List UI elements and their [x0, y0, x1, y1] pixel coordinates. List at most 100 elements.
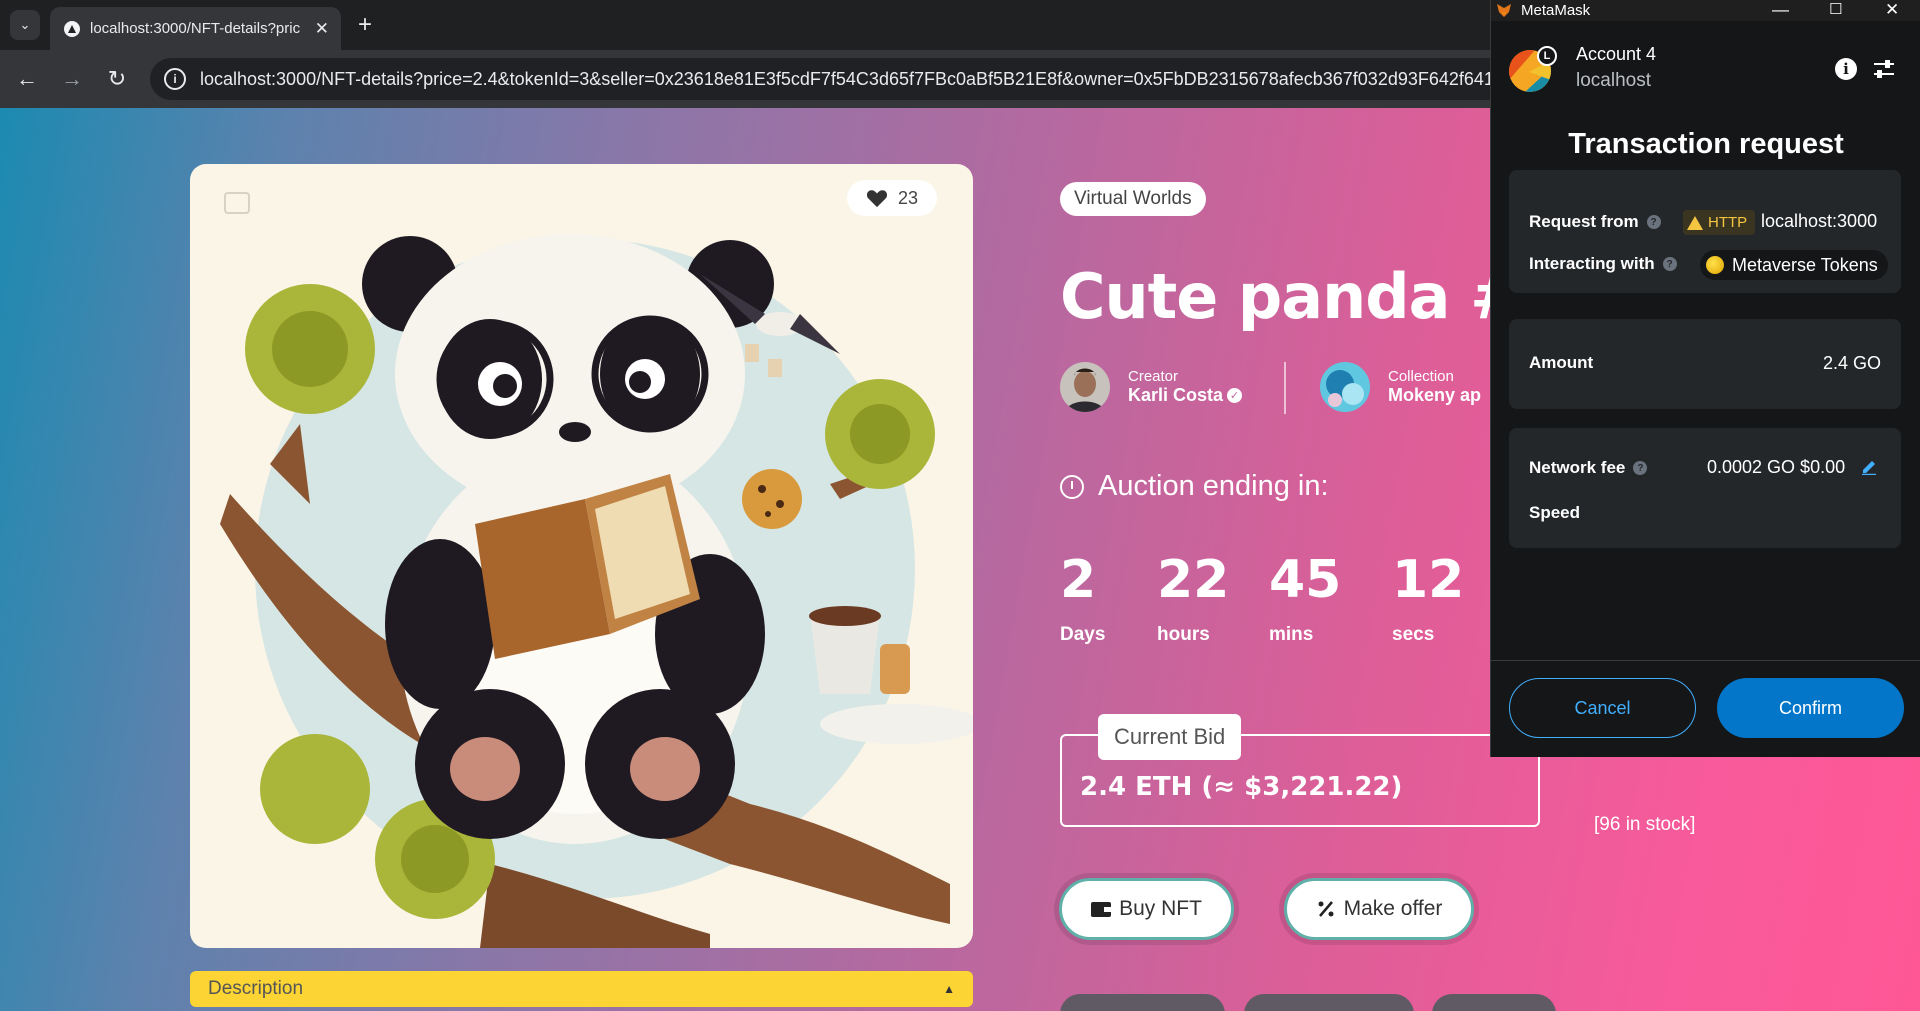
request-card: Request from ? HTTP localhost:3000 Inter…: [1509, 170, 1901, 293]
nft-artwork-card: 23: [190, 164, 973, 948]
plus-icon[interactable]: +: [350, 10, 380, 40]
timer-icon: [1060, 474, 1084, 499]
auction-label: Auction ending in:: [1098, 470, 1329, 502]
likes-button[interactable]: 23: [847, 180, 937, 216]
tab-title: localhost:3000/NFT-details?pric: [90, 20, 301, 37]
countdown-secs: 12 secs: [1392, 550, 1464, 646]
http-badge-label: HTTP: [1708, 214, 1748, 231]
current-bid-box: Current Bid 2.4 ETH (≈ $3,221.22): [1060, 714, 1540, 827]
network-fee-value: 0.0002 GO $0.00: [1707, 457, 1846, 477]
nft-title: Cute panda #3: [1060, 260, 1564, 333]
contract-pill[interactable]: Metaverse Tokens: [1700, 250, 1888, 280]
close-icon[interactable]: ✕: [1885, 0, 1899, 20]
account-origin: localhost: [1576, 70, 1651, 91]
maximize-icon[interactable]: ☐: [1829, 0, 1842, 20]
url-text[interactable]: localhost:3000/NFT-details?price=2.4&tok…: [200, 69, 1556, 90]
amount-value: 2.4 GO: [1822, 353, 1881, 373]
countdown-value: 22: [1157, 550, 1230, 610]
interacting-label: Interacting with: [1529, 254, 1655, 273]
request-from-row: Request from ?: [1529, 212, 1661, 232]
image-icon: [224, 192, 250, 214]
buy-nft-button[interactable]: Buy NFT: [1059, 878, 1234, 940]
stock-count: [96 in stock]: [1594, 814, 1696, 835]
info-icon[interactable]: i: [1835, 58, 1857, 80]
account-name: Account 4: [1576, 44, 1657, 64]
transaction-heading: Transaction request: [1568, 128, 1844, 160]
countdown-value: 2: [1060, 550, 1097, 610]
current-bid-value: 2.4 ETH (≈ $3,221.22): [1080, 772, 1403, 802]
caret-up-icon: ▲: [943, 982, 955, 996]
collection-role: Collection: [1388, 368, 1454, 385]
token-icon: [1706, 256, 1724, 274]
http-warning-badge: HTTP: [1683, 210, 1756, 235]
help-icon[interactable]: ?: [1633, 461, 1648, 475]
network-badge: L: [1537, 46, 1557, 66]
warning-icon: [1687, 215, 1703, 230]
interacting-with-row: Interacting with ?: [1529, 254, 1677, 274]
likes-count: 23: [897, 187, 919, 208]
browser-tab[interactable]: localhost:3000/NFT-details?pric ✕: [50, 7, 341, 50]
metamask-titlebar: MetaMask — ☐ ✕: [1491, 0, 1920, 21]
heart-icon: [866, 190, 888, 208]
buy-nft-label: Buy NFT: [1119, 897, 1202, 920]
countdown-label: Days: [1060, 624, 1106, 645]
description-accordion[interactable]: Description ▲: [190, 971, 973, 1007]
countdown-value: 12: [1392, 550, 1465, 610]
panda-artwork-image: [220, 234, 973, 948]
footer-divider: [1491, 660, 1920, 661]
network-fee-row: Network fee ?: [1529, 458, 1648, 478]
creator-info[interactable]: Creator Karli Costa ✓: [1060, 362, 1243, 412]
current-bid-label: Current Bid: [1098, 714, 1242, 760]
description-label: Description: [208, 978, 304, 999]
metamask-popup: MetaMask — ☐ ✕ L Account 4 localhost i T…: [1490, 0, 1920, 757]
speed-label: Speed: [1529, 503, 1581, 522]
person-divider: [1284, 362, 1286, 414]
creator-name: Karli Costa: [1128, 385, 1224, 405]
back-icon[interactable]: ←: [10, 62, 44, 96]
secondary-tab[interactable]: [1244, 994, 1414, 1011]
confirm-button[interactable]: Confirm: [1717, 678, 1904, 738]
reload-icon[interactable]: ↻: [100, 62, 134, 96]
help-icon[interactable]: ?: [1646, 215, 1661, 229]
minimize-icon[interactable]: —: [1772, 0, 1789, 20]
countdown-label: hours: [1157, 624, 1210, 645]
percent-icon: [1318, 901, 1334, 917]
collection-avatar: [1320, 362, 1370, 412]
countdown-hours: 22 hours: [1157, 550, 1229, 646]
countdown-label: mins: [1269, 624, 1314, 645]
countdown-value: 45: [1269, 550, 1342, 610]
creator-avatar: [1060, 362, 1110, 412]
network-fee-label: Network fee: [1529, 458, 1626, 477]
secondary-tab[interactable]: [1060, 994, 1225, 1011]
forward-icon[interactable]: →: [55, 62, 89, 96]
chevron-down-icon: ⌄: [19, 17, 31, 32]
settings-sliders-icon[interactable]: [1872, 58, 1896, 80]
interacting-value: Metaverse Tokens: [1732, 254, 1878, 275]
metamask-fox-icon: [1497, 4, 1511, 17]
pencil-icon[interactable]: [1861, 459, 1877, 475]
metamask-window-title: MetaMask: [1521, 2, 1591, 19]
creator-role: Creator: [1128, 368, 1179, 385]
verified-icon: ✓: [1227, 388, 1243, 403]
site-info-icon[interactable]: i: [164, 68, 186, 90]
secondary-tab[interactable]: [1432, 994, 1556, 1011]
countdown-label: secs: [1392, 624, 1435, 645]
make-offer-button[interactable]: Make offer: [1284, 878, 1474, 940]
close-icon[interactable]: ✕: [315, 19, 329, 39]
cancel-button[interactable]: Cancel: [1509, 678, 1696, 738]
fee-card: Network fee ? 0.0002 GO $0.00 Speed: [1509, 428, 1901, 548]
favicon-icon: [64, 20, 80, 37]
amount-label: Amount: [1529, 353, 1594, 372]
countdown-mins: 45 mins: [1269, 550, 1341, 646]
request-from-label: Request from: [1529, 212, 1639, 231]
request-from-value: localhost:3000: [1761, 211, 1878, 231]
help-icon[interactable]: ?: [1662, 257, 1677, 271]
wallet-icon: [1091, 902, 1112, 917]
collection-name: Mokeny ap: [1388, 385, 1482, 405]
tab-search-button[interactable]: ⌄: [10, 10, 40, 40]
creator-name-row: Karli Costa ✓: [1128, 385, 1243, 406]
category-badge[interactable]: Virtual Worlds: [1060, 182, 1206, 216]
countdown-days: 2 Days: [1060, 550, 1105, 646]
collection-info[interactable]: Collection Mokeny ap: [1320, 362, 1481, 412]
amount-card: Amount 2.4 GO: [1509, 319, 1901, 409]
